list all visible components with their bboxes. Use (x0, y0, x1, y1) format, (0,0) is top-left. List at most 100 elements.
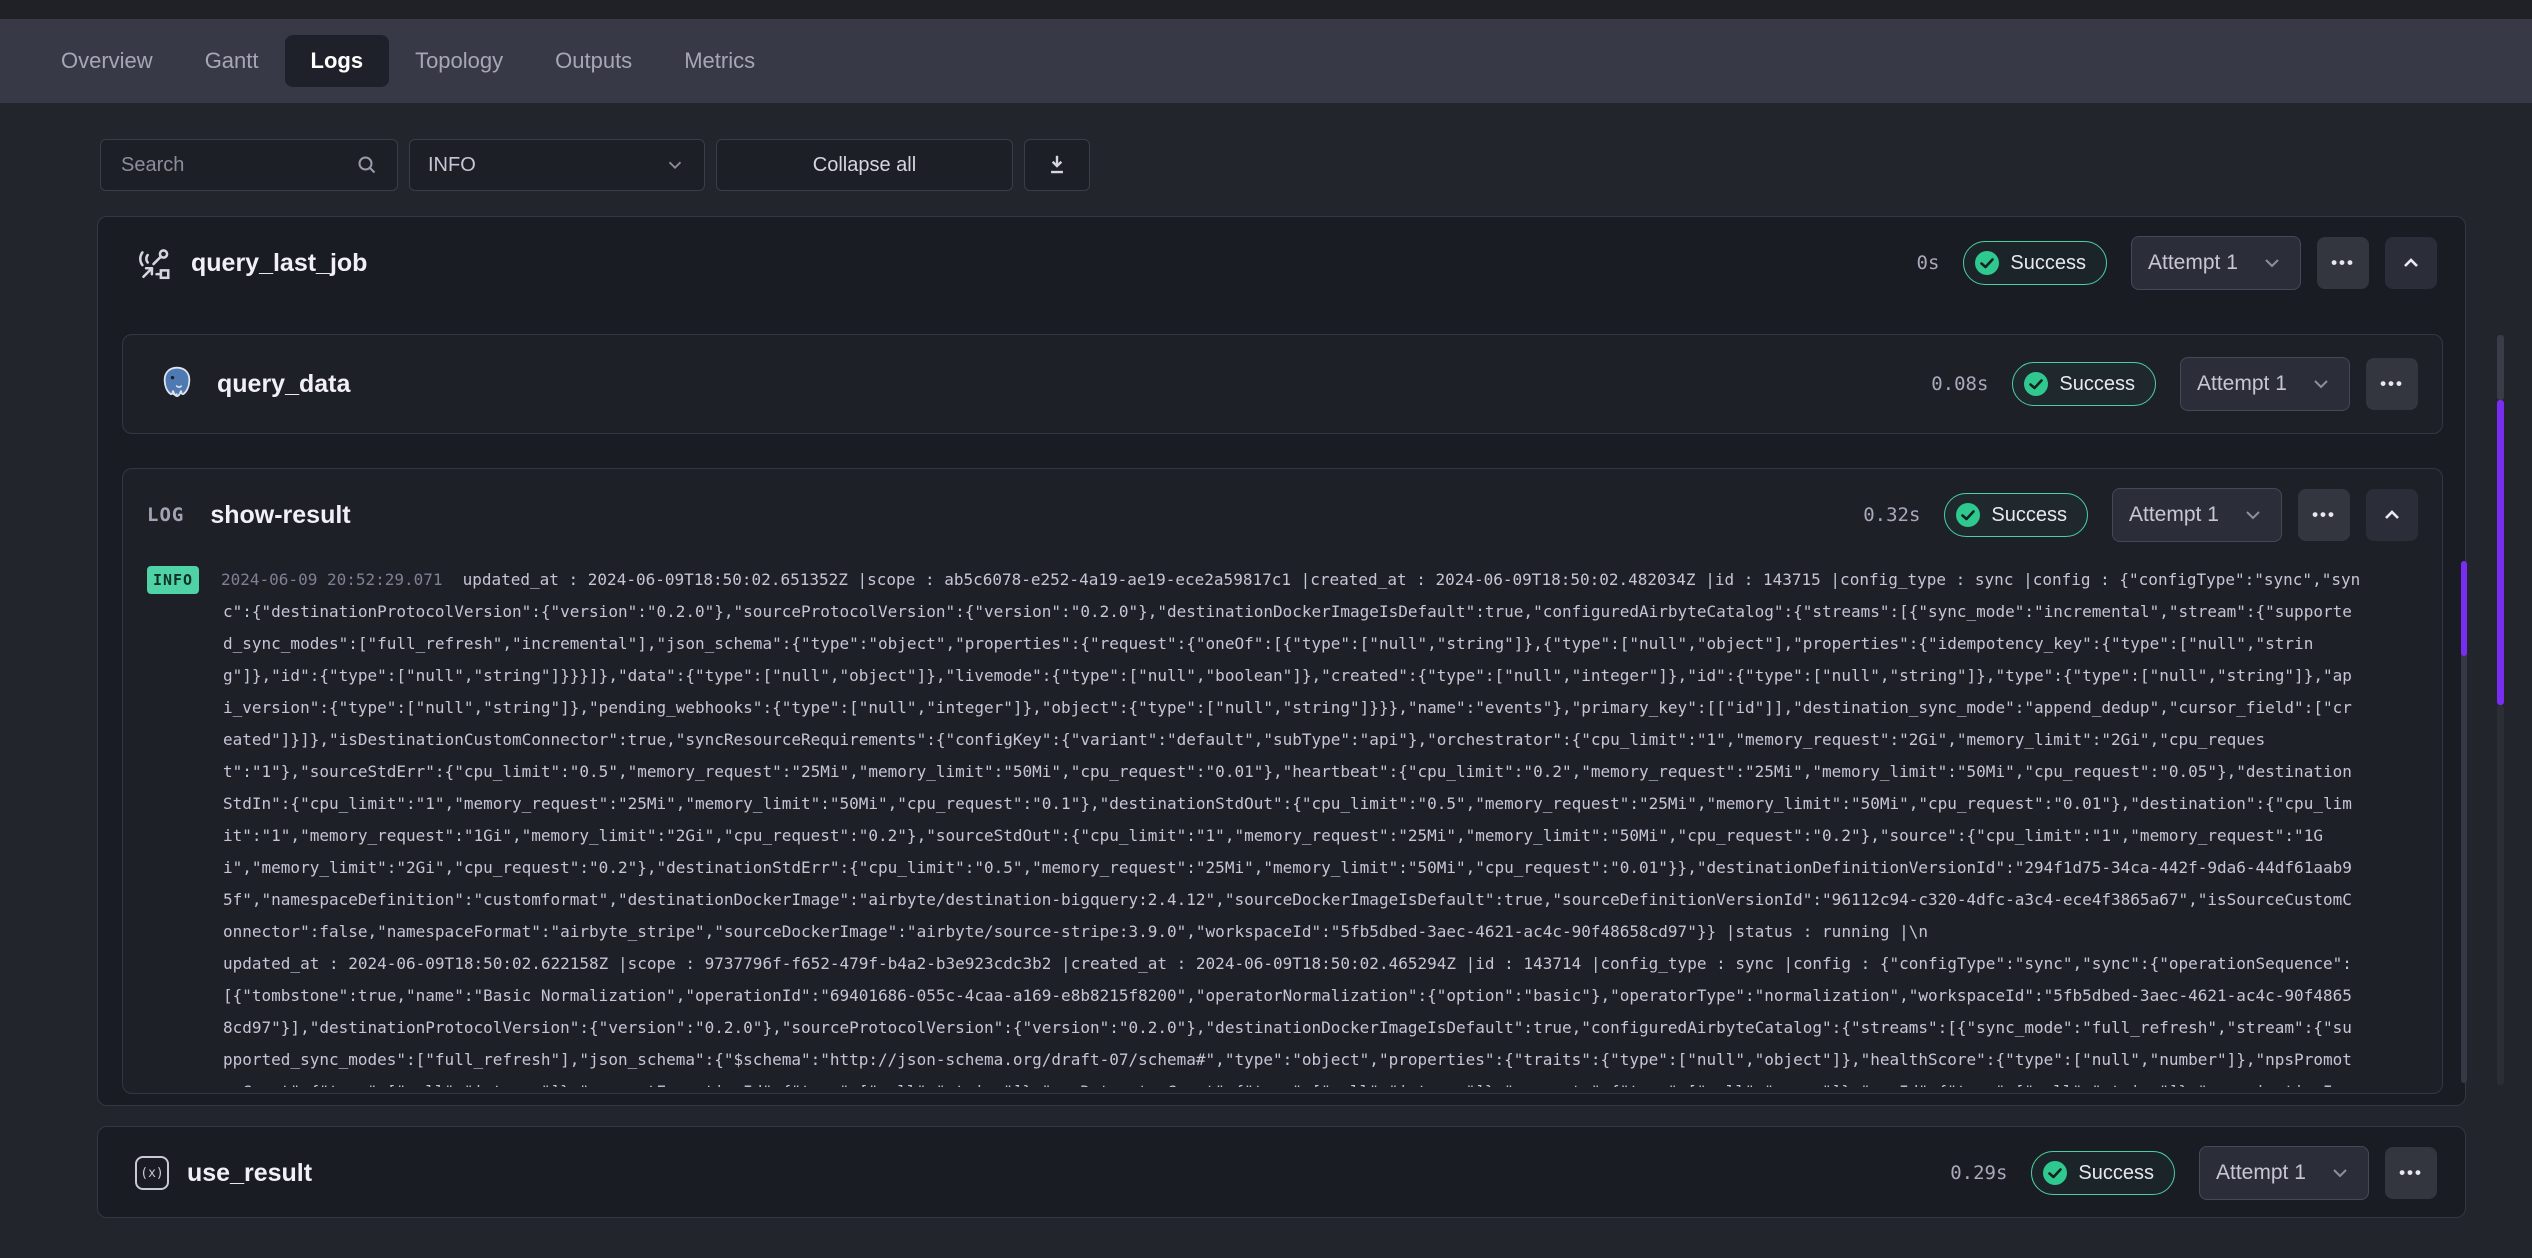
log-line: it":"1","memory_request":"1Gi","memory_l… (223, 820, 2420, 852)
panel-query-data: query_data 0.08s Success Attempt 1 (122, 334, 2443, 434)
log-line: g"]},"id":{"type":["null","string"]}}}]}… (223, 660, 2420, 692)
chevron-down-icon (2309, 372, 2333, 396)
panel-use-result-header: (x) use_result 0.29s Success Attempt 1 (98, 1127, 2465, 1219)
ellipsis-icon (2331, 253, 2355, 273)
more-actions-button[interactable] (2366, 358, 2418, 410)
collapse-all-button[interactable]: Collapse all (716, 139, 1013, 191)
log-line: 8cd97"}],"destinationProtocolVersion":{"… (223, 1012, 2420, 1044)
status-badge: Success (2012, 362, 2156, 406)
ellipsis-icon (2380, 374, 2404, 394)
chevron-down-icon (664, 154, 686, 176)
download-icon (1044, 152, 1070, 178)
log-line: StdIn":{"cpu_limit":"1","memory_request"… (223, 788, 2420, 820)
tab-gantt[interactable]: Gantt (179, 35, 285, 87)
duration-label: 0.29s (1950, 1162, 2007, 1184)
chevron-down-icon (2328, 1161, 2352, 1185)
log-toolbar: INFO Collapse all (100, 139, 1090, 191)
panel-title: show-result (210, 501, 350, 530)
chevron-down-icon (2241, 503, 2265, 527)
panel-controls: 0.29s Success Attempt 1 (1950, 1146, 2437, 1200)
log-line: eated"]}]},"isDestinationCustomConnector… (223, 724, 2420, 756)
panel-show-result-header: LOG show-result 0.32s Success Attempt 1 (123, 469, 2442, 561)
log-line: INFO 2024-06-09 20:52:29.071 updated_at … (147, 564, 2420, 596)
log-line: i","memory_limit":"2Gi","cpu_request":"0… (223, 852, 2420, 884)
panel-query-last-job: query_last_job 0s Success Attempt 1 (97, 216, 2466, 1106)
log-line: updated_at : 2024-06-09T18:50:02.622158Z… (223, 948, 2420, 980)
check-circle-icon (1955, 502, 1981, 528)
collapse-panel-button[interactable] (2385, 237, 2437, 289)
search-box[interactable] (100, 139, 398, 191)
postgresql-icon (157, 364, 197, 404)
collapse-panel-button[interactable] (2366, 489, 2418, 541)
log-line: d_sync_modes":["full_refresh","increment… (223, 628, 2420, 660)
log-kind-label: LOG (147, 504, 184, 526)
log-line: [{"tombstone":true,"name":"Basic Normali… (223, 980, 2420, 1012)
tab-outputs[interactable]: Outputs (529, 35, 658, 87)
attempt-select[interactable]: Attempt 1 (2180, 357, 2350, 411)
log-line: erCount":{"type":["null","integer"]},"ac… (223, 1076, 2420, 1087)
tab-bar: Overview Gantt Logs Topology Outputs Met… (0, 19, 2532, 103)
attempt-value: Attempt 1 (2197, 372, 2287, 396)
collapse-all-label: Collapse all (813, 154, 916, 177)
check-circle-icon (2042, 1160, 2068, 1186)
page-scrollbar-track[interactable] (2497, 705, 2504, 1085)
tab-logs[interactable]: Logs (285, 35, 390, 87)
check-circle-icon (1974, 250, 2000, 276)
panel-scrollbar-thumb[interactable] (2461, 561, 2467, 656)
chevron-up-icon (2380, 503, 2404, 527)
log-line: onnector":false,"namespaceFormat":"airby… (223, 916, 2420, 948)
status-badge: Success (1944, 493, 2088, 537)
tab-metrics[interactable]: Metrics (658, 35, 781, 87)
panel-query-data-header: query_data 0.08s Success Attempt 1 (123, 335, 2442, 433)
log-line: pported_sync_modes":["full_refresh"],"js… (223, 1044, 2420, 1076)
log-line: c":{"destinationProtocolVersion":{"versi… (223, 596, 2420, 628)
attempt-value: Attempt 1 (2129, 503, 2219, 527)
panel-use-result: (x) use_result 0.29s Success Attempt 1 (97, 1126, 2466, 1218)
ellipsis-icon (2312, 505, 2336, 525)
log-level-value: INFO (428, 154, 476, 177)
log-message: updated_at : 2024-06-09T18:50:02.651352Z… (463, 564, 2361, 596)
more-actions-button[interactable] (2317, 237, 2369, 289)
tab-topology[interactable]: Topology (389, 35, 529, 87)
status-badge: Success (1963, 241, 2107, 285)
attempt-select[interactable]: Attempt 1 (2199, 1146, 2369, 1200)
status-label: Success (1991, 504, 2067, 527)
panel-title: query_data (217, 370, 350, 399)
duration-label: 0.08s (1931, 373, 1988, 395)
panel-title: query_last_job (191, 249, 367, 278)
tab-overview[interactable]: Overview (35, 35, 179, 87)
status-label: Success (2078, 1162, 2154, 1185)
duration-label: 0s (1917, 252, 1940, 274)
more-actions-button[interactable] (2385, 1147, 2437, 1199)
log-line: 5f","namespaceDefinition":"customformat"… (223, 884, 2420, 916)
panel-controls: 0.32s Success Attempt 1 (1863, 488, 2418, 542)
page-scrollbar-thumb[interactable] (2497, 400, 2504, 705)
log-line: i_version":{"type":["null","string"]},"p… (223, 692, 2420, 724)
panel-controls: 0s Success Attempt 1 (1917, 236, 2437, 290)
log-level-badge: INFO (147, 566, 199, 594)
download-logs-button[interactable] (1024, 139, 1090, 191)
top-strip (0, 0, 2532, 19)
search-icon (355, 153, 379, 177)
function-icon: (x) (135, 1156, 169, 1190)
page-scrollbar-track[interactable] (2497, 335, 2504, 400)
panel-show-result: LOG show-result 0.32s Success Attempt 1 (122, 468, 2443, 1094)
chevron-down-icon (2260, 251, 2284, 275)
log-line: t":"1"},"sourceStdErr":{"cpu_limit":"0.5… (223, 756, 2420, 788)
ellipsis-icon (2399, 1163, 2423, 1183)
status-badge: Success (2031, 1151, 2175, 1195)
panel-title: use_result (187, 1159, 312, 1188)
job-workflow-icon (135, 244, 173, 282)
more-actions-button[interactable] (2298, 489, 2350, 541)
panel-query-last-job-header: query_last_job 0s Success Attempt 1 (98, 217, 2465, 309)
attempt-value: Attempt 1 (2148, 251, 2238, 275)
attempt-select[interactable]: Attempt 1 (2131, 236, 2301, 290)
log-level-select[interactable]: INFO (409, 139, 705, 191)
panel-scrollbar-track[interactable] (2461, 561, 2467, 1083)
status-label: Success (2059, 373, 2135, 396)
status-label: Success (2010, 252, 2086, 275)
log-output[interactable]: INFO 2024-06-09 20:52:29.071 updated_at … (147, 564, 2420, 1087)
attempt-select[interactable]: Attempt 1 (2112, 488, 2282, 542)
check-circle-icon (2023, 371, 2049, 397)
search-input[interactable] (119, 153, 343, 178)
